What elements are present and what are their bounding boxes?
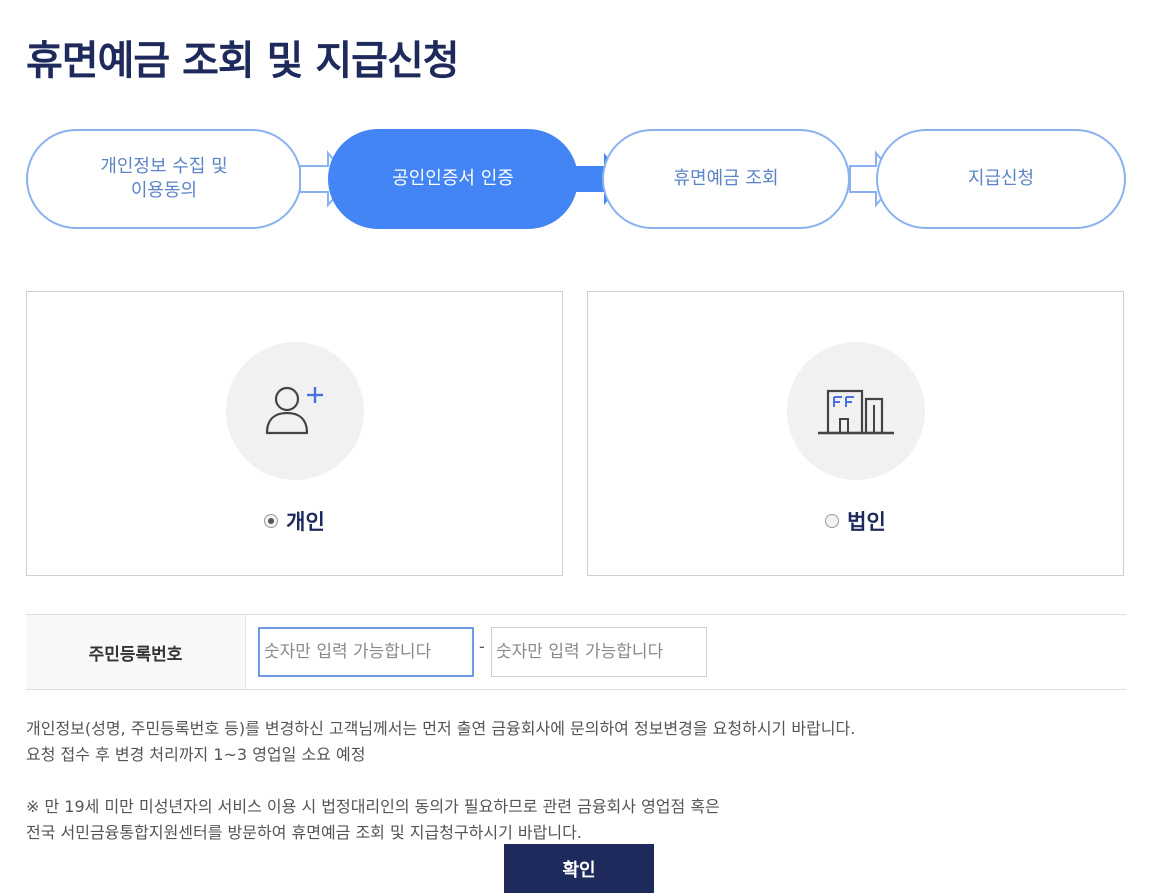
corporate-radio[interactable] [825, 514, 840, 528]
notice-text: 개인정보(성명, 주민등록번호 등)를 변경하신 고객님께서는 먼저 출연 금융… [26, 716, 855, 846]
page-title: 휴면예금 조회 및 지급신청 [26, 38, 460, 84]
rrn-front-input[interactable] [258, 627, 474, 677]
notice-line: 전국 서민금융통합지원센터를 방문하여 휴면예금 조회 및 지급청구하시기 바랍… [26, 823, 582, 842]
corporate-radio-label[interactable]: 법인 [847, 506, 886, 536]
rrn-label: 주민등록번호 [26, 615, 246, 689]
progress-steps: 개인정보 수집 및 이용동의 공인인증서 인증 휴면예금 조회 지급신청 [26, 129, 1126, 229]
notice-line: 요청 접수 후 변경 처리까지 1~3 영업일 소요 예정 [26, 745, 366, 764]
personal-radio[interactable] [264, 514, 279, 528]
step-label: 지급신청 [967, 168, 1035, 189]
step-privacy-consent: 개인정보 수집 및 이용동의 [26, 129, 302, 229]
step-label: 휴면예금 조회 [673, 168, 779, 189]
notice-line: ※ 만 19세 미만 미성년자의 서비스 이용 시 법정대리인의 동의가 필요하… [26, 797, 720, 816]
step-label: 개인정보 수집 및 [100, 156, 228, 177]
personal-option-card[interactable]: 개인 [26, 291, 563, 576]
confirm-button[interactable]: 확인 [504, 844, 654, 893]
step-label: 공인인증서 인증 [392, 168, 514, 189]
step-certificate-auth: 공인인증서 인증 [328, 129, 578, 229]
step-label: 이용동의 [130, 180, 198, 201]
personal-radio-label[interactable]: 개인 [286, 506, 325, 536]
rrn-separator: - [479, 637, 485, 656]
rrn-back-input[interactable] [491, 627, 707, 677]
rrn-form-row: 주민등록번호 - [26, 614, 1126, 690]
step-dormant-inquiry: 휴면예금 조회 [602, 129, 850, 229]
corporate-option-card[interactable]: 법인 [587, 291, 1124, 576]
person-add-icon [226, 342, 364, 480]
notice-line: 개인정보(성명, 주민등록번호 등)를 변경하신 고객님께서는 먼저 출연 금융… [26, 719, 856, 738]
step-payment-request: 지급신청 [876, 129, 1126, 229]
building-icon [787, 342, 925, 480]
